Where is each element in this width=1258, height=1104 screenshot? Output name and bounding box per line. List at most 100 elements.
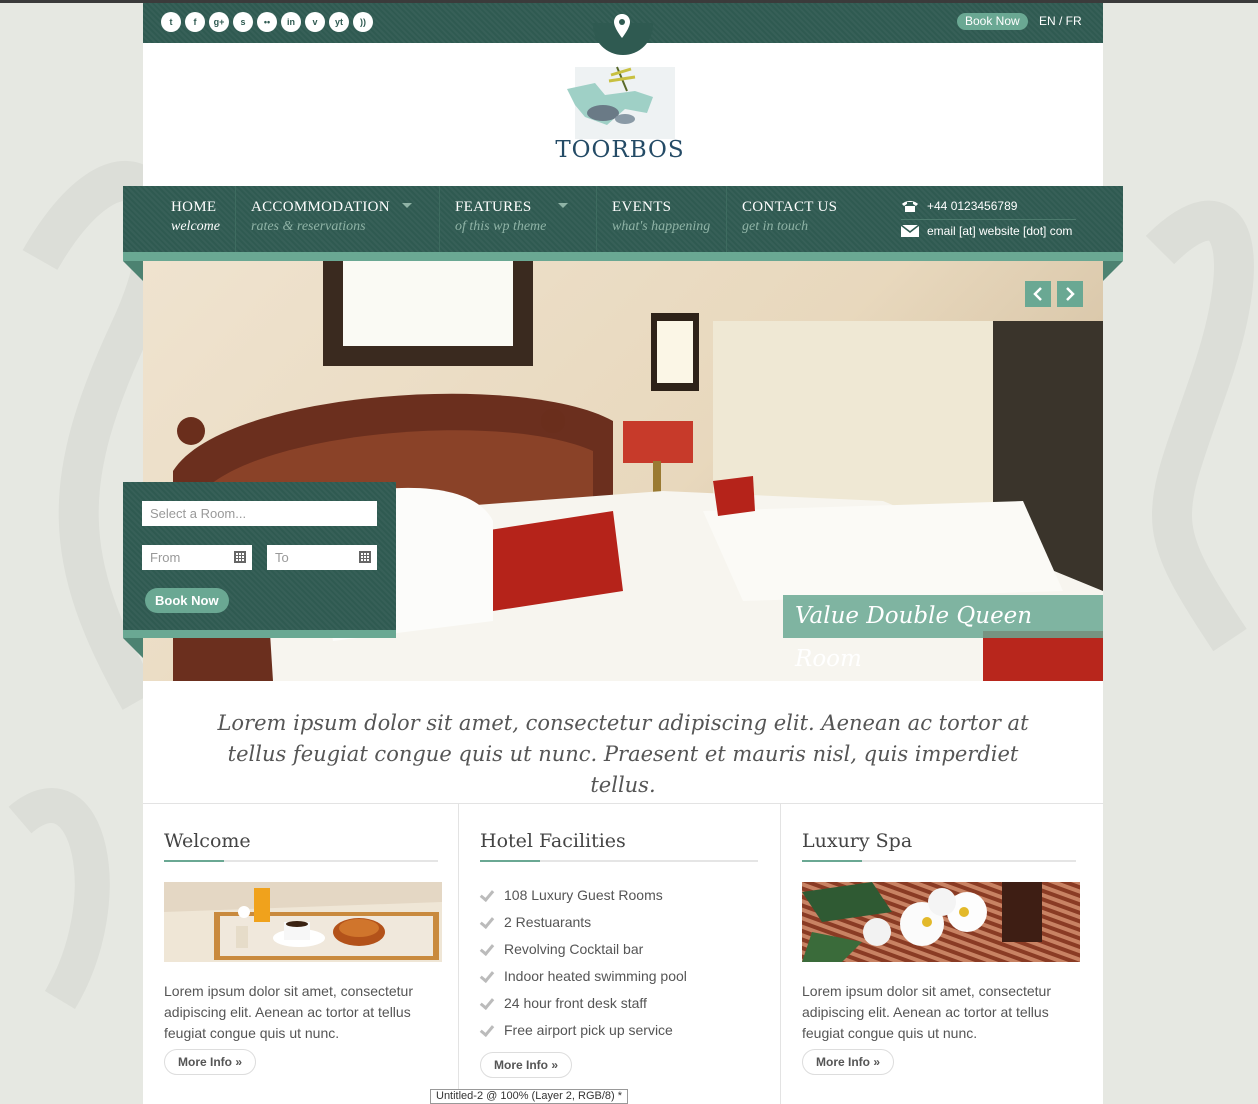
heading-rule: [164, 860, 438, 862]
skype-icon[interactable]: s: [233, 12, 253, 32]
slider-next-button[interactable]: [1057, 281, 1083, 307]
chevron-left-icon: [1033, 287, 1042, 301]
linkedin-icon[interactable]: in: [281, 12, 301, 32]
email-address[interactable]: email [at] website [dot] com: [927, 224, 1072, 238]
nav-title: FEATURES: [455, 199, 532, 215]
location-pin-icon[interactable]: [612, 12, 632, 42]
nav-item-home[interactable]: HOME welcome: [171, 186, 220, 252]
nav-subtitle: get in touch: [742, 219, 809, 234]
nav-subtitle: of this wp theme: [455, 219, 547, 234]
logo-emblem-icon: [567, 66, 675, 139]
top-bar: t f g+ s •• in v yt)) Book Now EN / FR: [143, 3, 1103, 55]
welcome-text: Lorem ipsum dolor sit amet, consectetur …: [164, 983, 413, 1041]
welcome-column: Welcome Lorem ipsum dolor sit amet, cons…: [164, 830, 442, 1044]
spa-heading: Luxury Spa: [802, 830, 913, 852]
nav-separator: [439, 186, 440, 252]
rss-icon[interactable]: )): [353, 12, 373, 32]
facilities-more-button[interactable]: More Info »: [480, 1052, 573, 1078]
twitter-icon[interactable]: t: [161, 12, 181, 32]
section-divider: [143, 803, 1103, 804]
spa-flower-image: [802, 882, 1080, 962]
facility-item: 108 Luxury Guest Rooms: [480, 881, 758, 908]
slider-prev-button[interactable]: [1025, 281, 1051, 307]
book-now-button[interactable]: Book Now: [145, 588, 229, 613]
facility-item: Free airport pick up service: [480, 1016, 758, 1043]
spa-more-button[interactable]: More Info »: [802, 1049, 895, 1075]
checkmark-icon: [480, 968, 495, 983]
to-date-placeholder: To: [275, 550, 289, 565]
booking-accent-strip: [123, 630, 396, 638]
logo[interactable]: TOORBOS: [555, 63, 705, 167]
slide-caption: Value Double Queen Room: [783, 595, 1103, 672]
spa-column: Luxury Spa Lorem ipsum dolor sit amet, c…: [802, 830, 1080, 1044]
facility-item: Indoor heated swimming pool: [480, 962, 758, 989]
facility-label: 108 Luxury Guest Rooms: [504, 886, 663, 903]
booking-form: Select a Room... From To Book Now: [123, 482, 396, 630]
spa-text: Lorem ipsum dolor sit amet, consectetur …: [802, 983, 1051, 1041]
nav-fold-left: [123, 261, 143, 281]
checkmark-icon: [480, 914, 495, 929]
envelope-icon: [901, 225, 919, 237]
nav-title: CONTACT US: [742, 199, 838, 215]
column-divider: [780, 804, 781, 1104]
facility-label: Indoor heated swimming pool: [504, 967, 687, 984]
main-nav: HOME welcome ACCOMMODATION rates & reser…: [123, 186, 1123, 252]
facilities-column: Hotel Facilities 108 Luxury Guest Rooms 2…: [480, 830, 758, 1043]
contact-divider: [901, 219, 1076, 220]
facility-item: 24 hour front desk staff: [480, 989, 758, 1016]
checkmark-icon: [480, 1022, 495, 1037]
phone-number[interactable]: +44 0123456789: [927, 199, 1017, 213]
calendar-icon[interactable]: [359, 551, 371, 563]
nav-item-accommodation[interactable]: ACCOMMODATION rates & reservations: [251, 186, 390, 252]
google-plus-icon[interactable]: g+: [209, 12, 229, 32]
vimeo-icon[interactable]: v: [305, 12, 325, 32]
calendar-icon[interactable]: [234, 551, 246, 563]
intro-text: Lorem ipsum dolor sit amet, consectetur …: [217, 711, 1029, 797]
book-now-top-button[interactable]: Book Now: [957, 13, 1028, 30]
nav-title: EVENTS: [612, 199, 672, 215]
language-switch[interactable]: EN / FR: [1039, 14, 1082, 28]
welcome-more-button[interactable]: More Info »: [164, 1049, 257, 1075]
room-select[interactable]: Select a Room...: [142, 501, 377, 526]
facility-label: Free airport pick up service: [504, 1021, 673, 1038]
phone-line: +44 0123456789: [901, 199, 1017, 213]
nav-subtitle: what's happening: [612, 219, 711, 234]
facility-item: 2 Restuarants: [480, 908, 758, 935]
checkmark-icon: [480, 941, 495, 956]
breakfast-image: [164, 882, 442, 962]
heading-rule: [802, 860, 1076, 862]
social-links: t f g+ s •• in v yt)): [161, 12, 373, 32]
nav-item-events[interactable]: EVENTS what's happening: [612, 186, 710, 252]
nav-separator: [235, 186, 236, 252]
nav-accent-strip: [123, 252, 1123, 261]
logo-text: TOORBOS: [555, 137, 685, 163]
chevron-down-icon: [402, 203, 412, 208]
nav-separator: [596, 186, 597, 252]
column-divider: [458, 804, 459, 1104]
from-date-placeholder: From: [150, 550, 181, 565]
nav-title: ACCOMMODATION: [251, 199, 390, 215]
to-date-field[interactable]: To: [267, 545, 377, 570]
youtube-icon[interactable]: yt: [329, 12, 349, 32]
facility-item: Revolving Cocktail bar: [480, 935, 758, 962]
nav-title: HOME: [171, 199, 217, 215]
chevron-down-icon: [558, 203, 568, 208]
booking-fold: [123, 638, 143, 658]
nav-item-contact[interactable]: CONTACT US get in touch: [742, 186, 837, 252]
facilities-list: 108 Luxury Guest Rooms 2 Restuarants Revol…: [480, 881, 758, 1043]
nav-item-features[interactable]: FEATURES of this wp theme: [455, 186, 546, 252]
facebook-icon[interactable]: f: [185, 12, 205, 32]
nav-fold-right: [1103, 261, 1123, 281]
facility-label: 2 Restuarants: [504, 913, 592, 930]
facilities-heading: Hotel Facilities: [480, 830, 626, 852]
flickr-icon[interactable]: ••: [257, 12, 277, 32]
nav-subtitle: welcome: [171, 219, 220, 234]
facility-label: 24 hour front desk staff: [504, 994, 647, 1011]
phone-icon: [902, 201, 918, 212]
checkmark-icon: [480, 887, 495, 902]
from-date-field[interactable]: From: [142, 545, 252, 570]
window-title-tooltip: Untitled-2 @ 100% (Layer 2, RGB/8) *: [430, 1089, 629, 1104]
nav-subtitle: rates & reservations: [251, 219, 366, 234]
email-line: email [at] website [dot] com: [901, 224, 1072, 238]
facility-label: Revolving Cocktail bar: [504, 940, 644, 957]
